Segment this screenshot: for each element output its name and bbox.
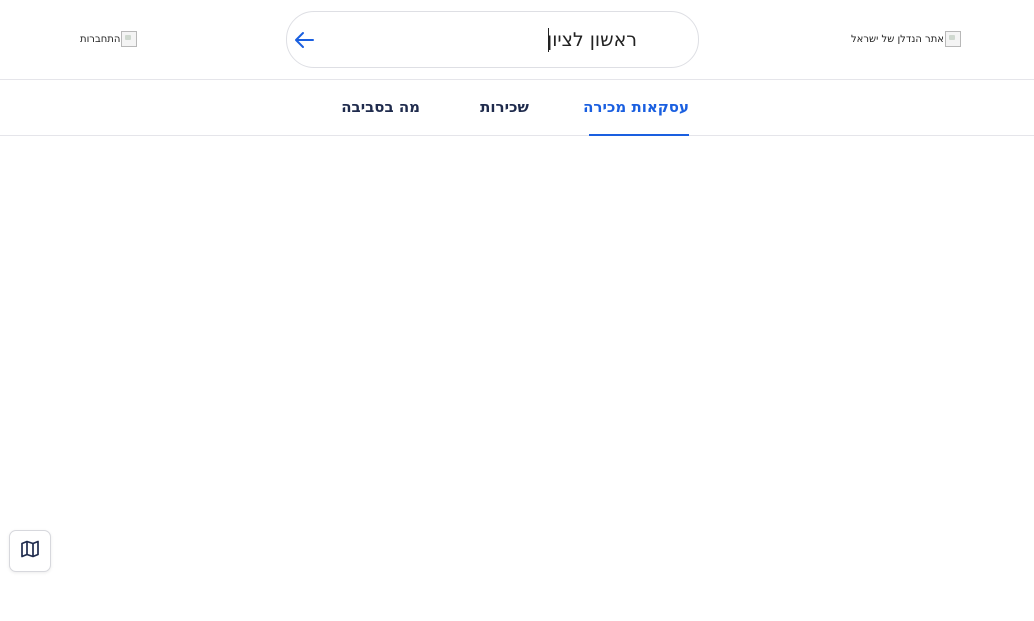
logo-alt-text: אתר הנדלן של ישראל (851, 33, 944, 45)
tab-bar: עסקאות מכירה שכירות מה בסביבה (0, 80, 1034, 136)
login-alt-text: התחברות (80, 33, 121, 45)
text-caret (548, 28, 549, 52)
search-box[interactable] (286, 11, 699, 68)
broken-image-icon (121, 31, 138, 47)
login-button[interactable]: התחברות (80, 31, 138, 47)
broken-image-icon (944, 31, 961, 47)
tab-rentals[interactable]: שכירות (480, 80, 529, 136)
map-icon (20, 539, 40, 563)
site-logo[interactable]: אתר הנדלן של ישראל (851, 31, 961, 47)
search-input[interactable] (437, 24, 637, 56)
tab-sales-transactions[interactable]: עסקאות מכירה (583, 80, 689, 136)
page: אתר הנדלן של ישראל התחברות עסקאות מכירה … (0, 0, 1034, 621)
tab-whats-around[interactable]: מה בסביבה (341, 80, 420, 136)
header: אתר הנדלן של ישראל התחברות (0, 0, 1034, 80)
map-button[interactable] (9, 530, 51, 572)
arrow-left-icon[interactable] (291, 27, 317, 53)
